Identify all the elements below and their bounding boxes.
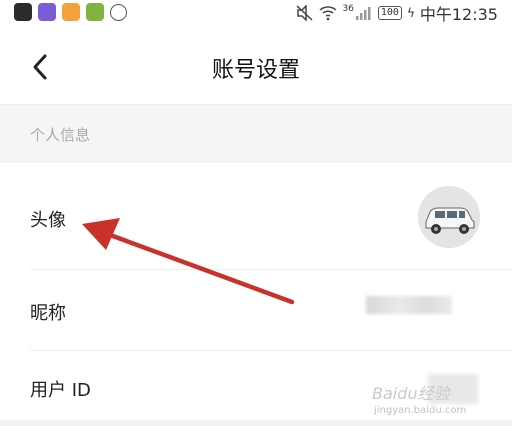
watermark-text: Baidu经验 (372, 384, 450, 403)
watermark-url: jingyan.baidu.com (374, 405, 467, 416)
annotation-arrow (82, 218, 295, 305)
bottom-divider (0, 420, 512, 426)
